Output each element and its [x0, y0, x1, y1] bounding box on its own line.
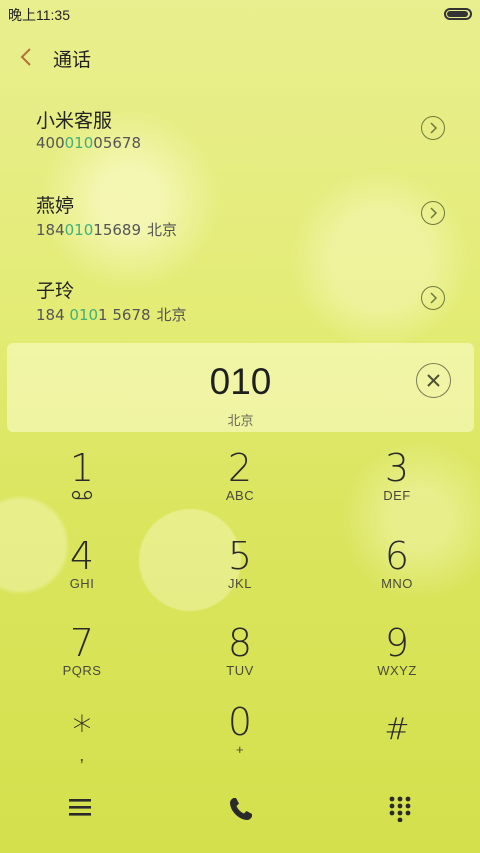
menu-button[interactable]	[58, 788, 102, 828]
key-digit: 8	[227, 621, 253, 665]
bottom-bar	[0, 780, 480, 835]
key-digit: 0	[227, 700, 253, 744]
key-1[interactable]: 1	[22, 448, 142, 528]
key-star[interactable]: * ,	[22, 710, 142, 790]
contact-location: 北京	[156, 306, 187, 324]
key-3[interactable]: 3 DEF	[337, 448, 457, 528]
chevron-right-icon	[430, 122, 438, 134]
key-letters: WXYZ	[377, 663, 417, 678]
key-letters: DEF	[383, 488, 411, 503]
dialed-number-panel: 010 北京	[7, 343, 474, 432]
contact-name: 子玲	[36, 280, 75, 302]
contact-name: 燕婷	[36, 195, 75, 217]
call-button[interactable]	[218, 788, 262, 828]
key-digit: 5	[227, 534, 253, 578]
header: 通话	[0, 38, 480, 78]
key-letters: JKL	[228, 576, 252, 591]
key-digit: *	[72, 708, 92, 752]
status-bar: 晚上11:35	[0, 0, 480, 28]
key-digit: #	[384, 712, 410, 747]
clear-button[interactable]	[416, 363, 451, 398]
dialpad-toggle-button[interactable]	[378, 788, 422, 828]
number-suffix: 05678	[93, 134, 141, 152]
contact-item[interactable]: 燕婷 18401015689 北京	[0, 183, 480, 263]
number-match: 010	[69, 306, 99, 324]
contact-location: 北京	[147, 221, 178, 239]
number-suffix: 1 5678	[98, 306, 151, 324]
key-digit: 9	[384, 621, 410, 665]
back-button[interactable]	[14, 40, 42, 76]
key-hash[interactable]: #	[337, 710, 457, 790]
contact-item[interactable]: 小米客服 40001005678	[0, 98, 480, 178]
dialed-number: 010	[209, 361, 272, 402]
key-7[interactable]: 7 PQRS	[22, 623, 142, 703]
chevron-right-icon	[430, 292, 438, 304]
key-letters: ,	[79, 745, 85, 765]
key-digit: 6	[384, 534, 410, 578]
menu-icon	[69, 799, 91, 816]
page-title: 通话	[53, 49, 92, 71]
key-4[interactable]: 4 GHI	[22, 536, 142, 616]
battery-icon	[444, 8, 472, 20]
voicemail-icon	[71, 490, 93, 500]
battery-level	[447, 11, 468, 17]
key-8[interactable]: 8 TUV	[180, 623, 300, 703]
contact-name: 小米客服	[36, 110, 113, 132]
chevron-left-icon	[20, 48, 31, 66]
contact-detail-button[interactable]	[421, 286, 445, 310]
key-digit: 3	[384, 446, 410, 490]
number-prefix: 184	[36, 221, 65, 239]
key-9[interactable]: 9 WXYZ	[337, 623, 457, 703]
key-letters: GHI	[69, 576, 95, 591]
key-digit: 2	[227, 446, 253, 490]
status-time: 晚上11:35	[8, 7, 70, 23]
key-digit: 7	[69, 621, 95, 665]
contact-number: 18401015689 北京	[36, 219, 177, 240]
number-suffix: 15689	[93, 221, 141, 239]
key-letters: +	[235, 742, 245, 757]
number-match: 010	[64, 134, 94, 152]
clear-x-icon	[427, 374, 440, 387]
key-digit: 1	[69, 446, 95, 490]
key-5[interactable]: 5 JKL	[180, 536, 300, 616]
contact-detail-button[interactable]	[421, 116, 445, 140]
key-letters: TUV	[226, 663, 254, 678]
chevron-right-icon	[430, 207, 438, 219]
key-0[interactable]: 0 +	[180, 702, 300, 782]
number-prefix: 184	[36, 306, 70, 324]
key-2[interactable]: 2 ABC	[180, 448, 300, 528]
key-letters: MNO	[381, 576, 413, 591]
contact-number: 40001005678	[36, 134, 141, 152]
contact-number: 184 0101 5678 北京	[36, 304, 187, 325]
key-letters: PQRS	[62, 663, 102, 678]
contact-detail-button[interactable]	[421, 201, 445, 225]
number-region: 北京	[227, 414, 254, 429]
key-digit: 4	[69, 534, 95, 578]
key-6[interactable]: 6 MNO	[337, 536, 457, 616]
contact-item[interactable]: 子玲 184 0101 5678 北京	[0, 268, 480, 348]
dialpad-icon	[389, 796, 411, 822]
key-letters: ABC	[225, 488, 255, 503]
phone-call-icon	[230, 798, 252, 820]
number-match: 010	[64, 221, 94, 239]
number-prefix: 400	[36, 134, 65, 152]
